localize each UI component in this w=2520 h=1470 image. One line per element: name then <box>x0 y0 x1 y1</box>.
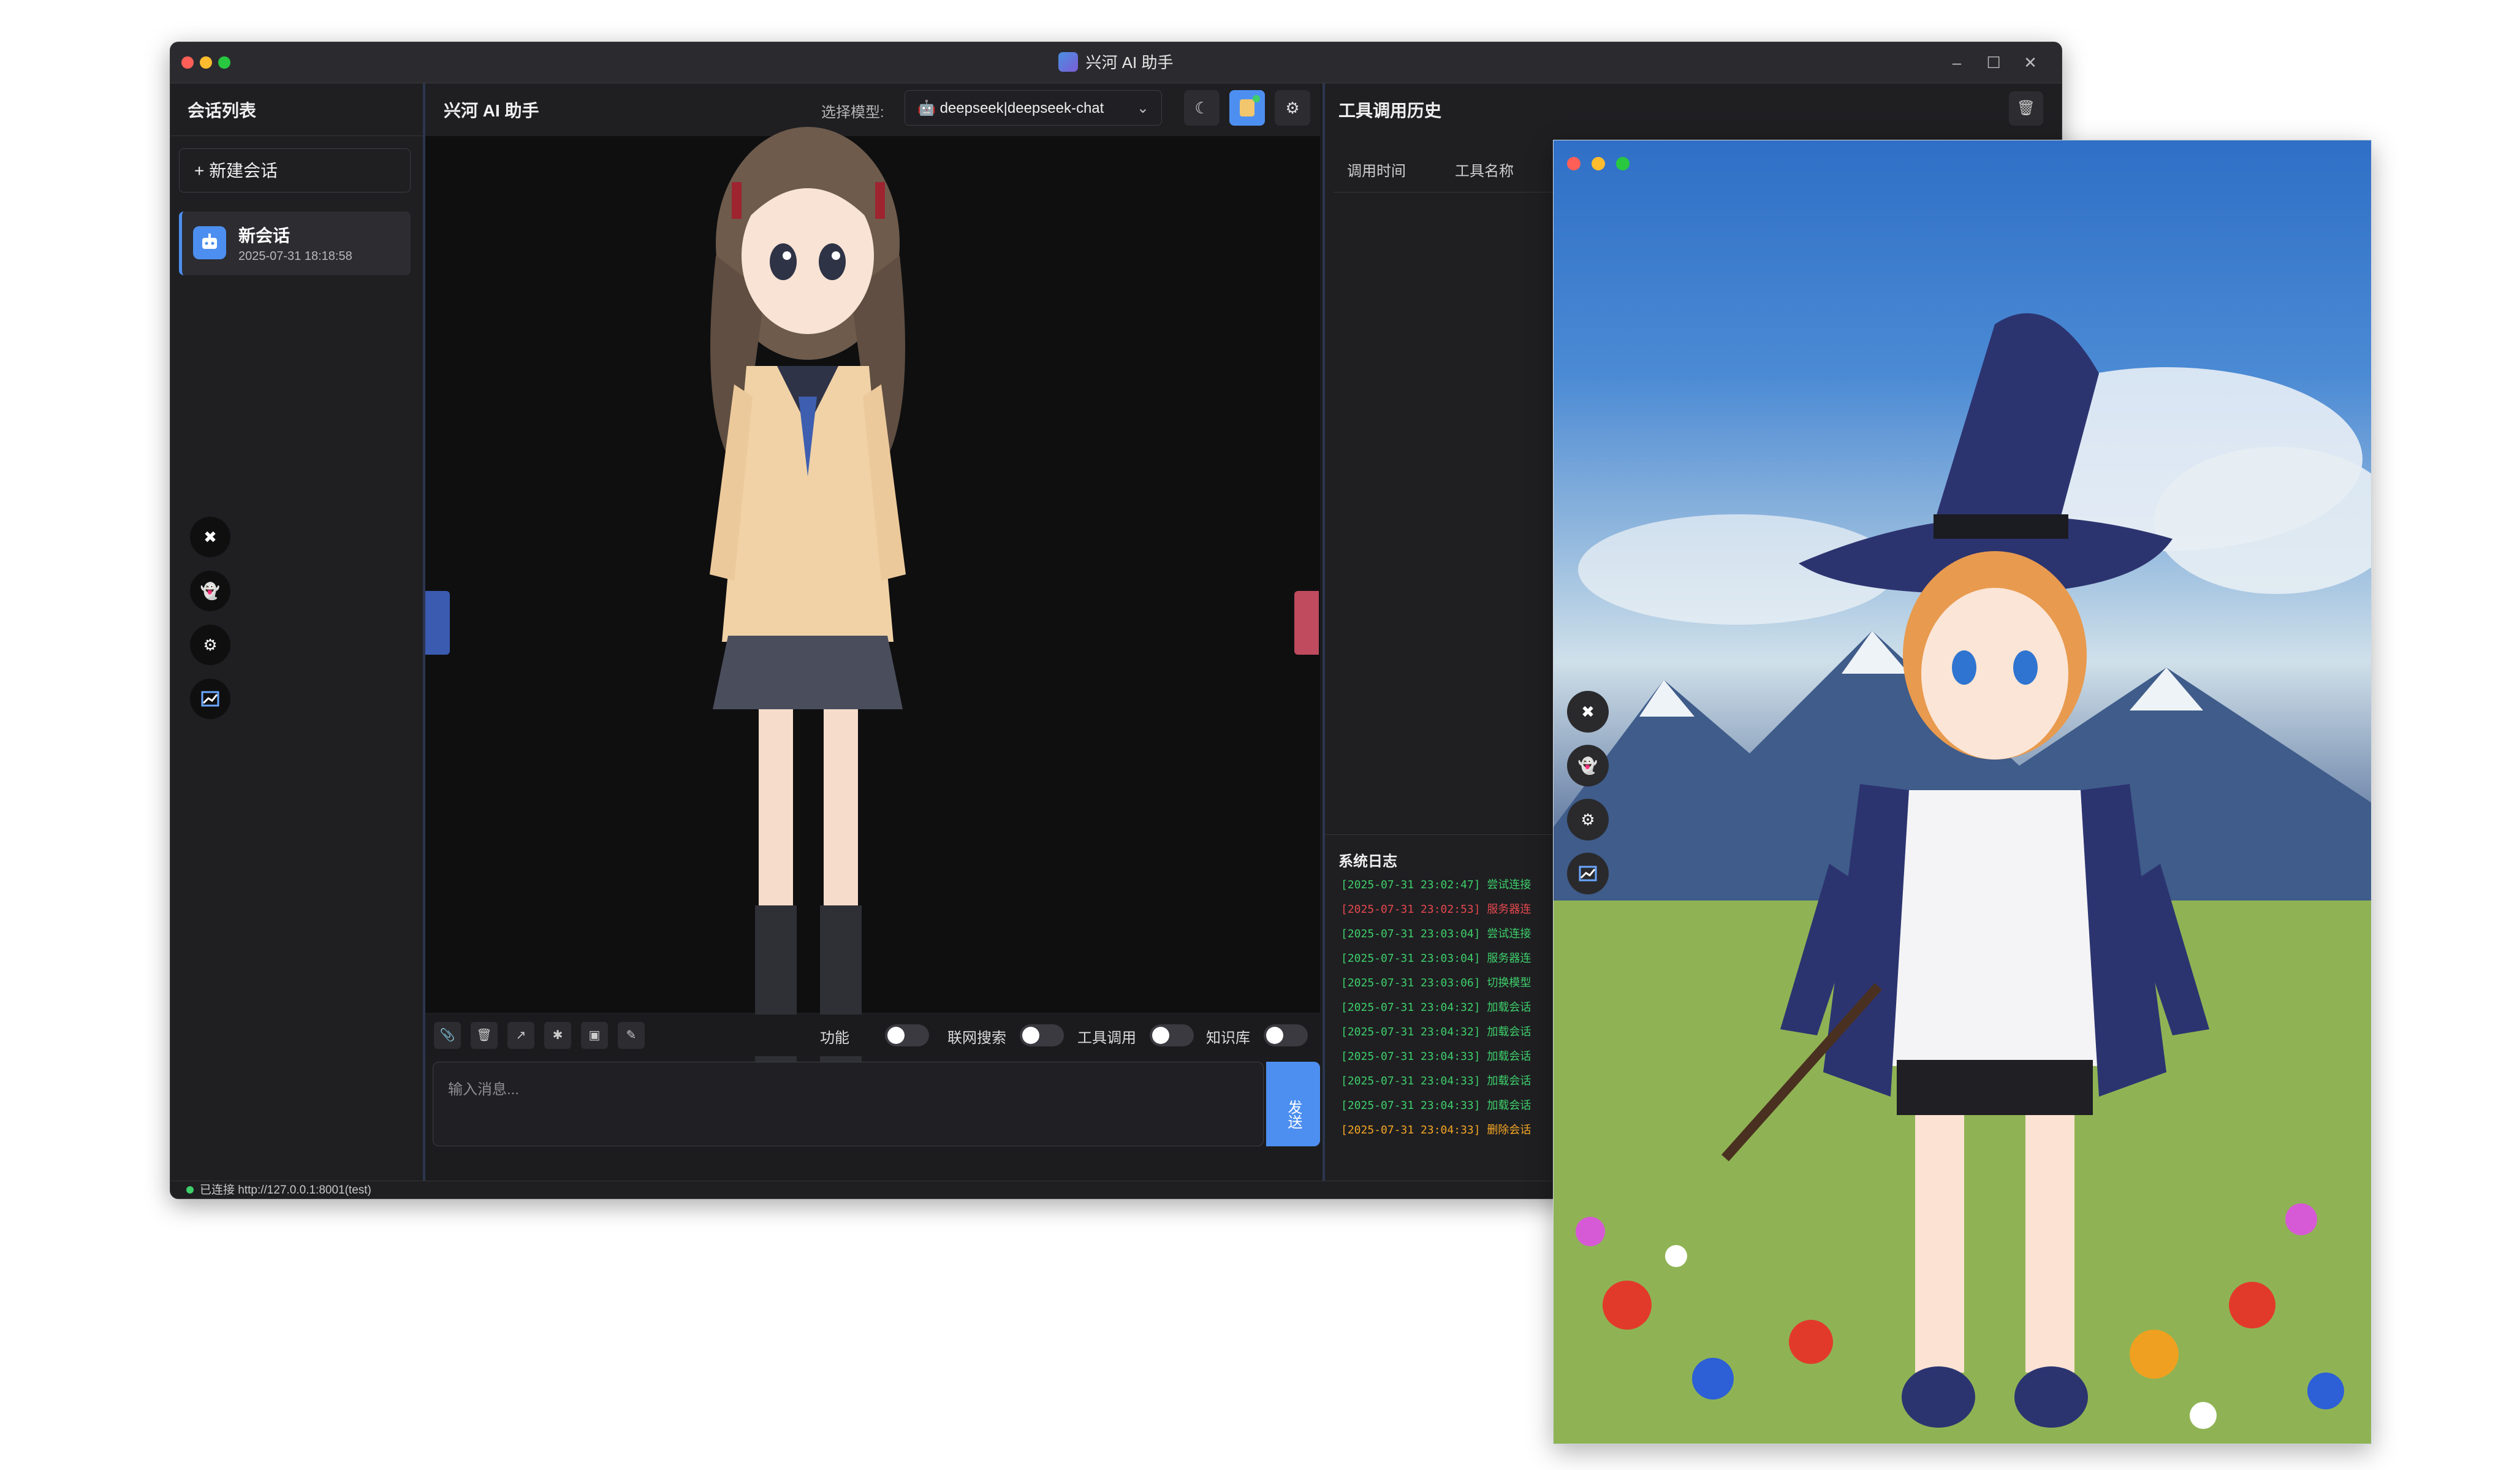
right-panel-toggle[interactable] <box>1294 591 1319 655</box>
chat-title: 兴河 AI 助手 <box>444 101 539 120</box>
log-text: 加载会话 <box>1487 1001 1531 1014</box>
trash-icon[interactable]: 🗑 <box>471 1022 498 1049</box>
close-icon[interactable]: ✕ <box>2016 48 2044 77</box>
sidebar-title: 会话列表 <box>188 101 257 120</box>
log-time: [2025-07-31 23:04:32] <box>1341 1026 1481 1038</box>
log-text: 服务器连 <box>1487 903 1531 916</box>
log-time: [2025-07-31 23:02:53] <box>1341 903 1481 916</box>
live2d-character-witch[interactable] <box>1707 251 2258 1444</box>
paperclip-icon[interactable]: 📎 <box>434 1022 461 1049</box>
log-text: 删除会话 <box>1487 1124 1531 1137</box>
message-input[interactable]: 输入消息... <box>433 1062 1264 1146</box>
connection-status-dot <box>186 1186 194 1194</box>
log-time: [2025-07-31 23:03:06] <box>1341 977 1481 989</box>
chart-icon[interactable] <box>190 679 230 719</box>
log-time: [2025-07-31 23:04:32] <box>1341 1001 1481 1014</box>
chart-icon[interactable] <box>1567 853 1609 894</box>
model-select[interactable]: 🤖 deepseek|deepseek-chat ⌄ <box>905 90 1162 126</box>
toggle-label-web-search: 联网搜索 <box>947 1030 1006 1046</box>
tool-history-title: 工具调用历史 <box>1338 101 1442 120</box>
tool-call-toggle[interactable] <box>1150 1024 1194 1046</box>
session-item[interactable]: 新会话 2025-07-31 18:18:58 <box>179 211 411 275</box>
log-time: [2025-07-31 23:02:47] <box>1341 878 1481 891</box>
character-window[interactable]: ✖ 👻 ⚙ <box>1553 140 2372 1444</box>
log-time: [2025-07-31 23:03:04] <box>1341 952 1481 965</box>
bug-icon[interactable]: ✱ <box>544 1022 571 1049</box>
gear-icon[interactable]: ⚙ <box>190 625 230 665</box>
send-button[interactable]: 发送 <box>1266 1062 1320 1146</box>
log-time: [2025-07-31 23:04:33] <box>1341 1099 1481 1112</box>
log-text: 尝试连接 <box>1487 927 1531 940</box>
web-search-toggle[interactable] <box>1020 1024 1064 1046</box>
sidebar-divider <box>170 135 423 136</box>
chevron-down-icon: ⌄ <box>1136 100 1149 116</box>
connection-status: 已连接 http://127.0.0.1:8001(test) <box>200 1184 371 1197</box>
column-header-tool: 工具名称 <box>1455 163 1514 180</box>
function-toggle[interactable] <box>885 1024 929 1046</box>
character-icon[interactable] <box>1229 90 1265 126</box>
left-panel-toggle[interactable] <box>425 591 450 655</box>
log-text: 加载会话 <box>1487 1050 1531 1063</box>
system-log-title: 系统日志 <box>1338 853 1397 870</box>
robot-tool-icon[interactable]: ▣ <box>581 1022 608 1049</box>
toggle-label-function: 功能 <box>820 1030 849 1046</box>
log-text: 加载会话 <box>1487 1075 1531 1087</box>
model-value: deepseek|deepseek-chat <box>939 100 1104 116</box>
session-title: 新会话 <box>238 226 290 245</box>
log-text: 尝试连接 <box>1487 878 1531 891</box>
log-text: 服务器连 <box>1487 952 1531 965</box>
moon-icon[interactable]: ☾ <box>1184 90 1220 126</box>
log-text: 切换模型 <box>1487 977 1531 989</box>
ghost-icon[interactable]: 👻 <box>190 571 230 611</box>
maximize-icon[interactable]: ☐ <box>1979 48 2008 77</box>
log-time: [2025-07-31 23:03:04] <box>1341 927 1481 940</box>
log-text: 加载会话 <box>1487 1026 1531 1038</box>
new-chat-button[interactable]: + 新建会话 <box>179 148 411 192</box>
minimize-icon[interactable]: – <box>1943 48 1971 77</box>
log-time: [2025-07-31 23:04:33] <box>1341 1075 1481 1087</box>
column-header-time: 调用时间 <box>1347 163 1406 180</box>
ghost-icon[interactable]: 👻 <box>1567 745 1609 786</box>
toggle-label-knowledge-base: 知识库 <box>1206 1030 1250 1046</box>
toggle-label-tool-call: 工具调用 <box>1077 1030 1136 1046</box>
gear-icon[interactable]: ⚙ <box>1567 799 1609 840</box>
live2d-character-schoolgirl[interactable] <box>673 109 943 1163</box>
robot-icon <box>193 226 226 259</box>
close-icon[interactable]: ✖ <box>1567 691 1609 733</box>
note-icon[interactable]: ✎ <box>618 1022 645 1049</box>
log-text: 加载会话 <box>1487 1099 1531 1112</box>
clear-history-trash-icon[interactable]: 🗑 <box>2009 91 2043 126</box>
close-icon[interactable]: ✖ <box>190 517 230 557</box>
app-logo-icon <box>1058 52 1079 72</box>
wand-icon[interactable]: ↗ <box>507 1022 534 1049</box>
session-time: 2025-07-31 18:18:58 <box>238 249 352 263</box>
log-time: [2025-07-31 23:04:33] <box>1341 1050 1481 1063</box>
window-title: 兴河 AI 助手 <box>1085 53 1174 72</box>
knowledge-base-toggle[interactable] <box>1264 1024 1308 1046</box>
settings-gear-icon[interactable]: ⚙ <box>1275 90 1310 126</box>
log-time: [2025-07-31 23:04:33] <box>1341 1124 1481 1137</box>
window-title-area: 兴河 AI 助手 <box>170 42 2062 83</box>
